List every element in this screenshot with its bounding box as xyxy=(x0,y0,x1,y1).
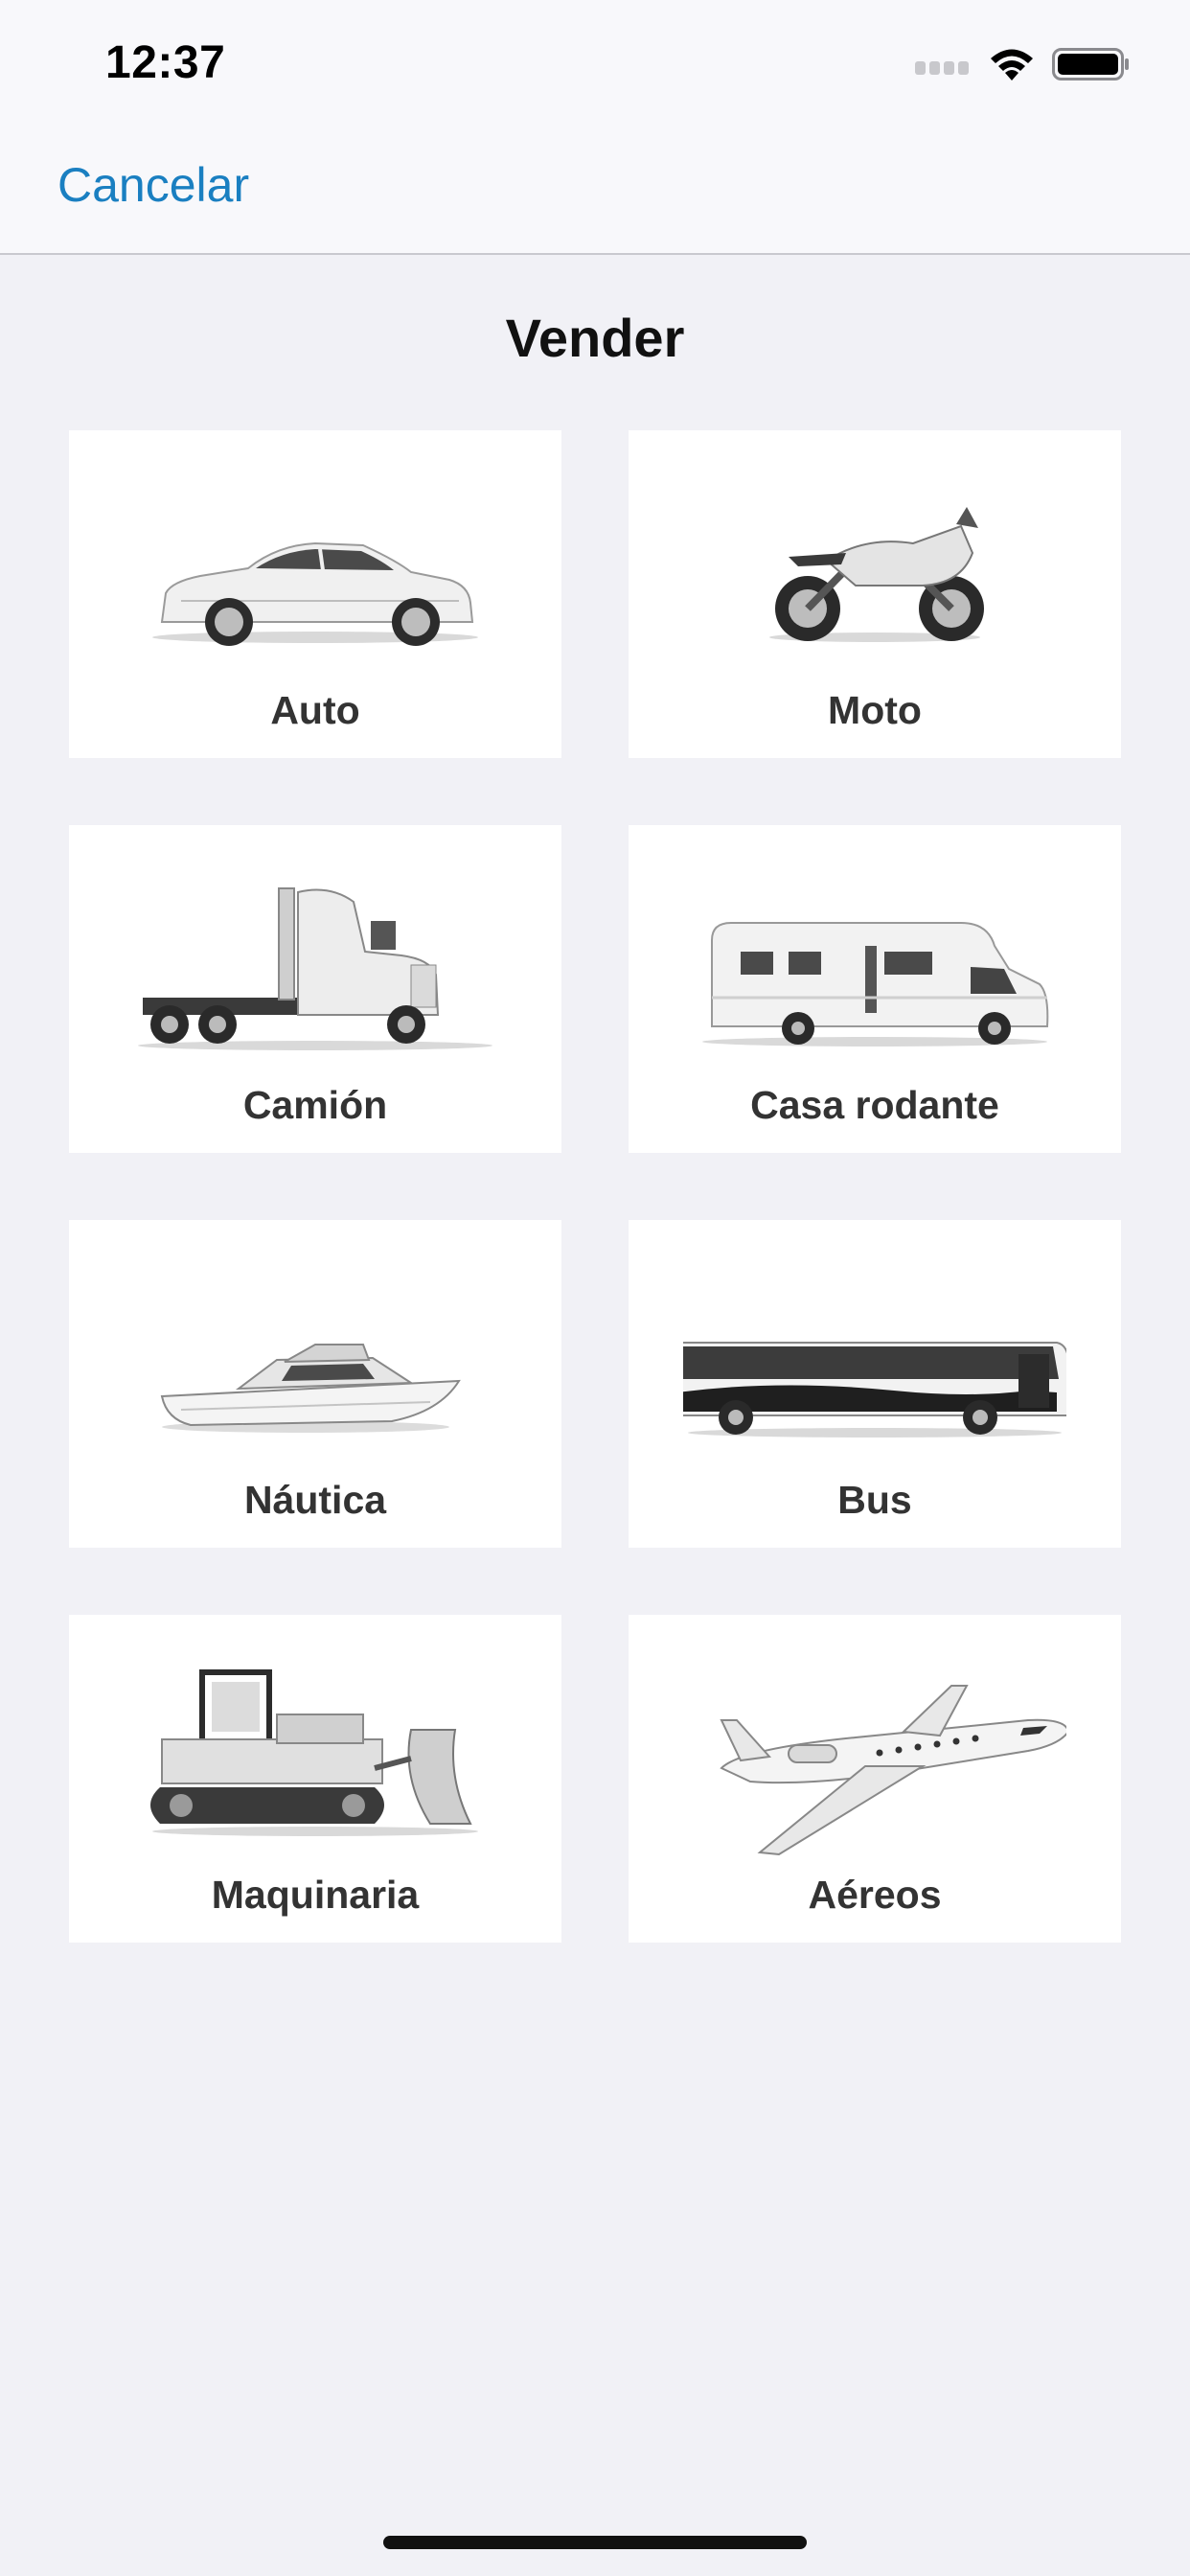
motorhome-icon xyxy=(702,922,1049,1046)
airplane-icon xyxy=(720,1685,1066,1856)
wifi-icon xyxy=(991,49,1033,80)
category-label: Náutica xyxy=(243,1478,387,1522)
category-label: Auto xyxy=(270,688,360,732)
category-tile-nautica[interactable]: Náutica xyxy=(69,1220,561,1548)
category-tile-casa-rodante[interactable]: Casa rodante xyxy=(629,825,1121,1153)
navigation-bar: Cancelar xyxy=(0,126,1190,255)
page-title: Vender xyxy=(505,308,685,368)
car-icon xyxy=(152,541,478,646)
boat-icon xyxy=(160,1344,461,1433)
category-tile-aereos[interactable]: Aéreos xyxy=(629,1615,1121,1943)
status-bar: 12:37 xyxy=(0,0,1190,126)
category-label: Bus xyxy=(837,1478,912,1522)
bus-icon xyxy=(683,1342,1066,1438)
category-tile-bus[interactable]: Bus xyxy=(629,1220,1121,1548)
category-label: Aéreos xyxy=(808,1873,942,1917)
category-label: Maquinaria xyxy=(211,1873,420,1917)
home-indicator[interactable] xyxy=(383,2536,807,2549)
category-tile-camion[interactable]: Camión xyxy=(69,825,561,1153)
cellular-signal-icon xyxy=(915,61,969,75)
category-tile-maquinaria[interactable]: Maquinaria xyxy=(69,1615,561,1943)
status-time: 12:37 xyxy=(105,37,226,88)
category-tile-moto[interactable]: Moto xyxy=(629,430,1121,758)
category-label: Camión xyxy=(242,1083,388,1127)
category-label: Casa rodante xyxy=(750,1083,999,1127)
truck-icon xyxy=(138,887,492,1050)
cancel-button[interactable]: Cancelar xyxy=(57,157,249,213)
motorcycle-icon xyxy=(769,507,984,642)
battery-icon xyxy=(1052,48,1129,80)
category-label: Moto xyxy=(828,688,922,732)
bulldozer-icon xyxy=(150,1669,478,1836)
category-tile-auto[interactable]: Auto xyxy=(69,430,561,758)
